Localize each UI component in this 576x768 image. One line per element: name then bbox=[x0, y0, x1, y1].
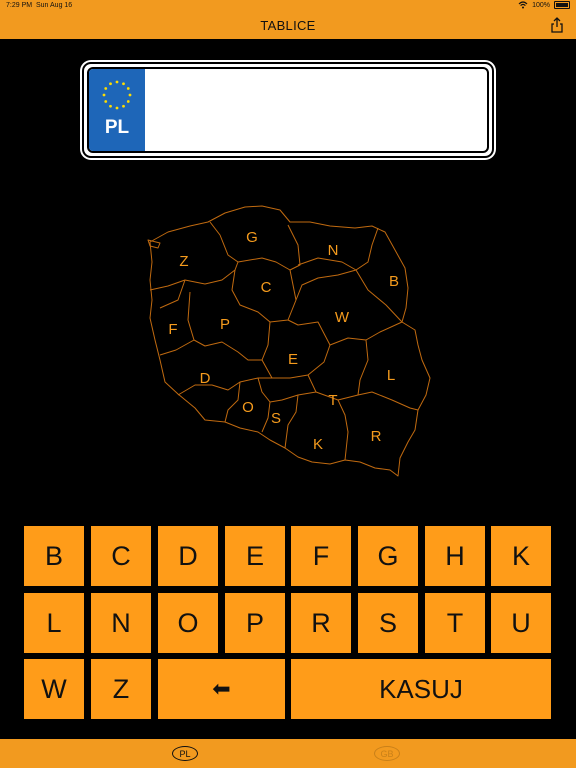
battery-icon bbox=[554, 1, 570, 9]
wifi-icon bbox=[518, 1, 528, 9]
key-k[interactable]: K bbox=[491, 526, 551, 586]
region-label-k[interactable]: K bbox=[313, 436, 323, 453]
eu-star-icon bbox=[104, 87, 108, 90]
region-label-z[interactable]: Z bbox=[179, 253, 188, 270]
eu-star-icon bbox=[128, 93, 132, 97]
region-label-s[interactable]: S bbox=[271, 410, 281, 427]
key-d[interactable]: D bbox=[158, 526, 218, 586]
eu-star-icon bbox=[126, 87, 130, 90]
region-label-g[interactable]: G bbox=[246, 229, 258, 246]
tab-bar: PL GB bbox=[0, 739, 576, 768]
region-outline bbox=[149, 205, 431, 477]
key-e[interactable]: E bbox=[225, 526, 285, 586]
plate-frame: PL bbox=[87, 67, 489, 153]
key-f[interactable]: F bbox=[291, 526, 351, 586]
key-z[interactable]: Z bbox=[91, 659, 151, 719]
region-label-p[interactable]: P bbox=[220, 316, 230, 333]
eu-star-icon bbox=[126, 100, 130, 103]
backspace-button[interactable]: ⬅ bbox=[158, 659, 285, 719]
license-plate: PL bbox=[82, 62, 494, 158]
eu-star-icon bbox=[115, 80, 119, 84]
region-label-r[interactable]: R bbox=[371, 428, 382, 445]
region-label-o[interactable]: O bbox=[242, 399, 254, 416]
clear-button[interactable]: KASUJ bbox=[291, 659, 551, 719]
region-label-c[interactable]: C bbox=[261, 279, 272, 296]
region-label-b[interactable]: B bbox=[389, 273, 399, 290]
eu-star-icon bbox=[104, 100, 108, 103]
region-label-l[interactable]: L bbox=[387, 367, 395, 384]
eu-star-icon bbox=[109, 104, 112, 108]
eu-star-icon bbox=[109, 82, 112, 86]
share-icon[interactable] bbox=[548, 16, 566, 34]
key-u[interactable]: U bbox=[491, 593, 551, 653]
tab-gb[interactable]: GB bbox=[374, 746, 400, 761]
eu-stars-icon bbox=[102, 80, 132, 110]
region-label-n[interactable]: N bbox=[328, 242, 339, 259]
region-label-f[interactable]: F bbox=[168, 321, 177, 338]
eu-star-icon bbox=[122, 82, 125, 86]
eu-band: PL bbox=[89, 69, 145, 151]
battery-percent: 100% bbox=[532, 1, 550, 9]
tab-pl[interactable]: PL bbox=[172, 746, 198, 761]
status-time: 7:29 PM bbox=[6, 2, 33, 9]
status-date: Sun Aug 16 bbox=[36, 2, 73, 9]
key-p[interactable]: P bbox=[225, 593, 285, 653]
key-r[interactable]: R bbox=[291, 593, 351, 653]
region-label-w[interactable]: W bbox=[335, 309, 350, 326]
key-g[interactable]: G bbox=[358, 526, 418, 586]
key-h[interactable]: H bbox=[425, 526, 485, 586]
eu-star-icon bbox=[115, 106, 119, 110]
country-code: PL bbox=[104, 117, 130, 138]
status-bar: 7:29 PM Sun Aug 16 100% bbox=[0, 0, 576, 12]
eu-star-icon bbox=[102, 93, 106, 97]
key-c[interactable]: C bbox=[91, 526, 151, 586]
key-o[interactable]: O bbox=[158, 593, 218, 653]
key-s[interactable]: S bbox=[358, 593, 418, 653]
plate-text bbox=[153, 79, 477, 141]
status-right: 100% bbox=[518, 1, 570, 9]
region-label-d[interactable]: D bbox=[200, 370, 211, 387]
key-l[interactable]: L bbox=[24, 593, 84, 653]
nav-bar: TABLICE bbox=[0, 12, 576, 39]
region-label-e[interactable]: E bbox=[288, 351, 298, 368]
key-n[interactable]: N bbox=[91, 593, 151, 653]
key-b[interactable]: B bbox=[24, 526, 84, 586]
page-title: TABLICE bbox=[260, 18, 316, 33]
eu-star-icon bbox=[122, 104, 125, 108]
key-w[interactable]: W bbox=[24, 659, 84, 719]
region-label-t[interactable]: T bbox=[328, 392, 337, 409]
key-t[interactable]: T bbox=[425, 593, 485, 653]
